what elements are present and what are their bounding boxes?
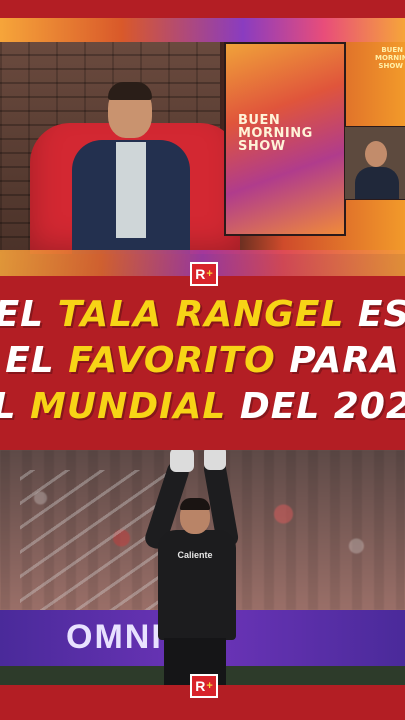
screen-title: BUEN MORNING SHOW (238, 113, 313, 154)
brand-logo-icon: R + (190, 262, 218, 286)
studio-video-clip: BUEN MORNING SHOW BUEN MORNING SHOW (0, 18, 405, 276)
goalkeeper-photo: OMNI Caliente (0, 450, 405, 685)
headline-line-2: EL FAVORITO PARA (5, 340, 400, 381)
headline: EL TALA RANGEL ES EL FAVORITO PARA EL MU… (0, 286, 405, 436)
ad-board-text: OMNI (66, 618, 163, 656)
jersey-sponsor: Caliente (177, 550, 213, 560)
goalkeeper: Caliente (142, 450, 240, 685)
studio-screen: BUEN MORNING SHOW (224, 42, 346, 236)
brand-logo-bottom-icon: R + (190, 674, 218, 698)
color-band (0, 18, 405, 42)
side-brand-text: BUEN MORNING SHOW (375, 46, 405, 70)
host-person (72, 82, 190, 266)
video-frame: BUEN MORNING SHOW BUEN MORNING SHOW R+ E… (0, 0, 405, 720)
glove-left (170, 450, 194, 472)
remote-guest-inset (344, 126, 405, 200)
glove-right (204, 450, 226, 470)
headline-line-1: EL TALA RANGEL ES (0, 294, 405, 335)
headline-line-3: EL MUNDIAL DEL 2026 (0, 386, 405, 427)
